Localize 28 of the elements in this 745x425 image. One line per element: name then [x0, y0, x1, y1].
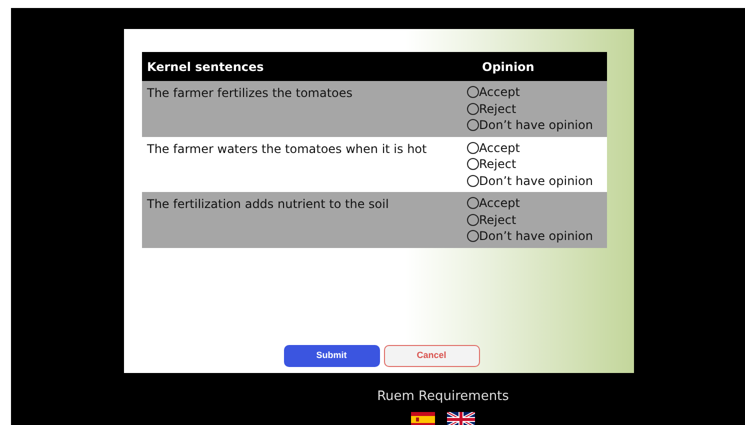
radio-label: Accept: [479, 195, 520, 212]
radio-label: Don’t have opinion: [479, 228, 593, 244]
radio-button[interactable]: [467, 214, 479, 226]
radio-button[interactable]: [467, 174, 479, 187]
spain-flag-icon[interactable]: [411, 412, 435, 425]
radio-label: Don’t have opinion: [479, 117, 593, 134]
column-header: Kernel sentences: [147, 60, 264, 74]
sentence-text: The farmer fertilizes the tomatoes: [147, 86, 353, 100]
submit-button[interactable]: Submit: [284, 345, 380, 367]
radio-label: Accept: [479, 84, 520, 100]
radio-button[interactable]: [467, 119, 479, 132]
radio-label: Accept: [479, 140, 520, 156]
cancel-button[interactable]: Cancel: [384, 345, 480, 367]
radio-button[interactable]: [467, 142, 479, 154]
radio-button[interactable]: [467, 158, 479, 170]
uk-flag-icon[interactable]: [447, 412, 475, 425]
radio-button[interactable]: [467, 86, 479, 98]
sentence-text: The farmer waters the tomatoes when it is hot: [147, 142, 427, 156]
column-header: Opinion: [481, 60, 534, 74]
radio-label: Reject: [479, 156, 516, 172]
radio-label: Reject: [479, 100, 516, 117]
radio-button[interactable]: [467, 230, 479, 242]
radio-button[interactable]: [467, 102, 479, 115]
sentence-text: The fertilization adds nutrient to the soil: [147, 197, 389, 211]
radio-label: Don’t have opinion: [479, 172, 593, 189]
app-title: Ruem Requirements: [377, 388, 509, 406]
radio-label: Reject: [479, 212, 516, 228]
radio-button[interactable]: [467, 197, 479, 210]
